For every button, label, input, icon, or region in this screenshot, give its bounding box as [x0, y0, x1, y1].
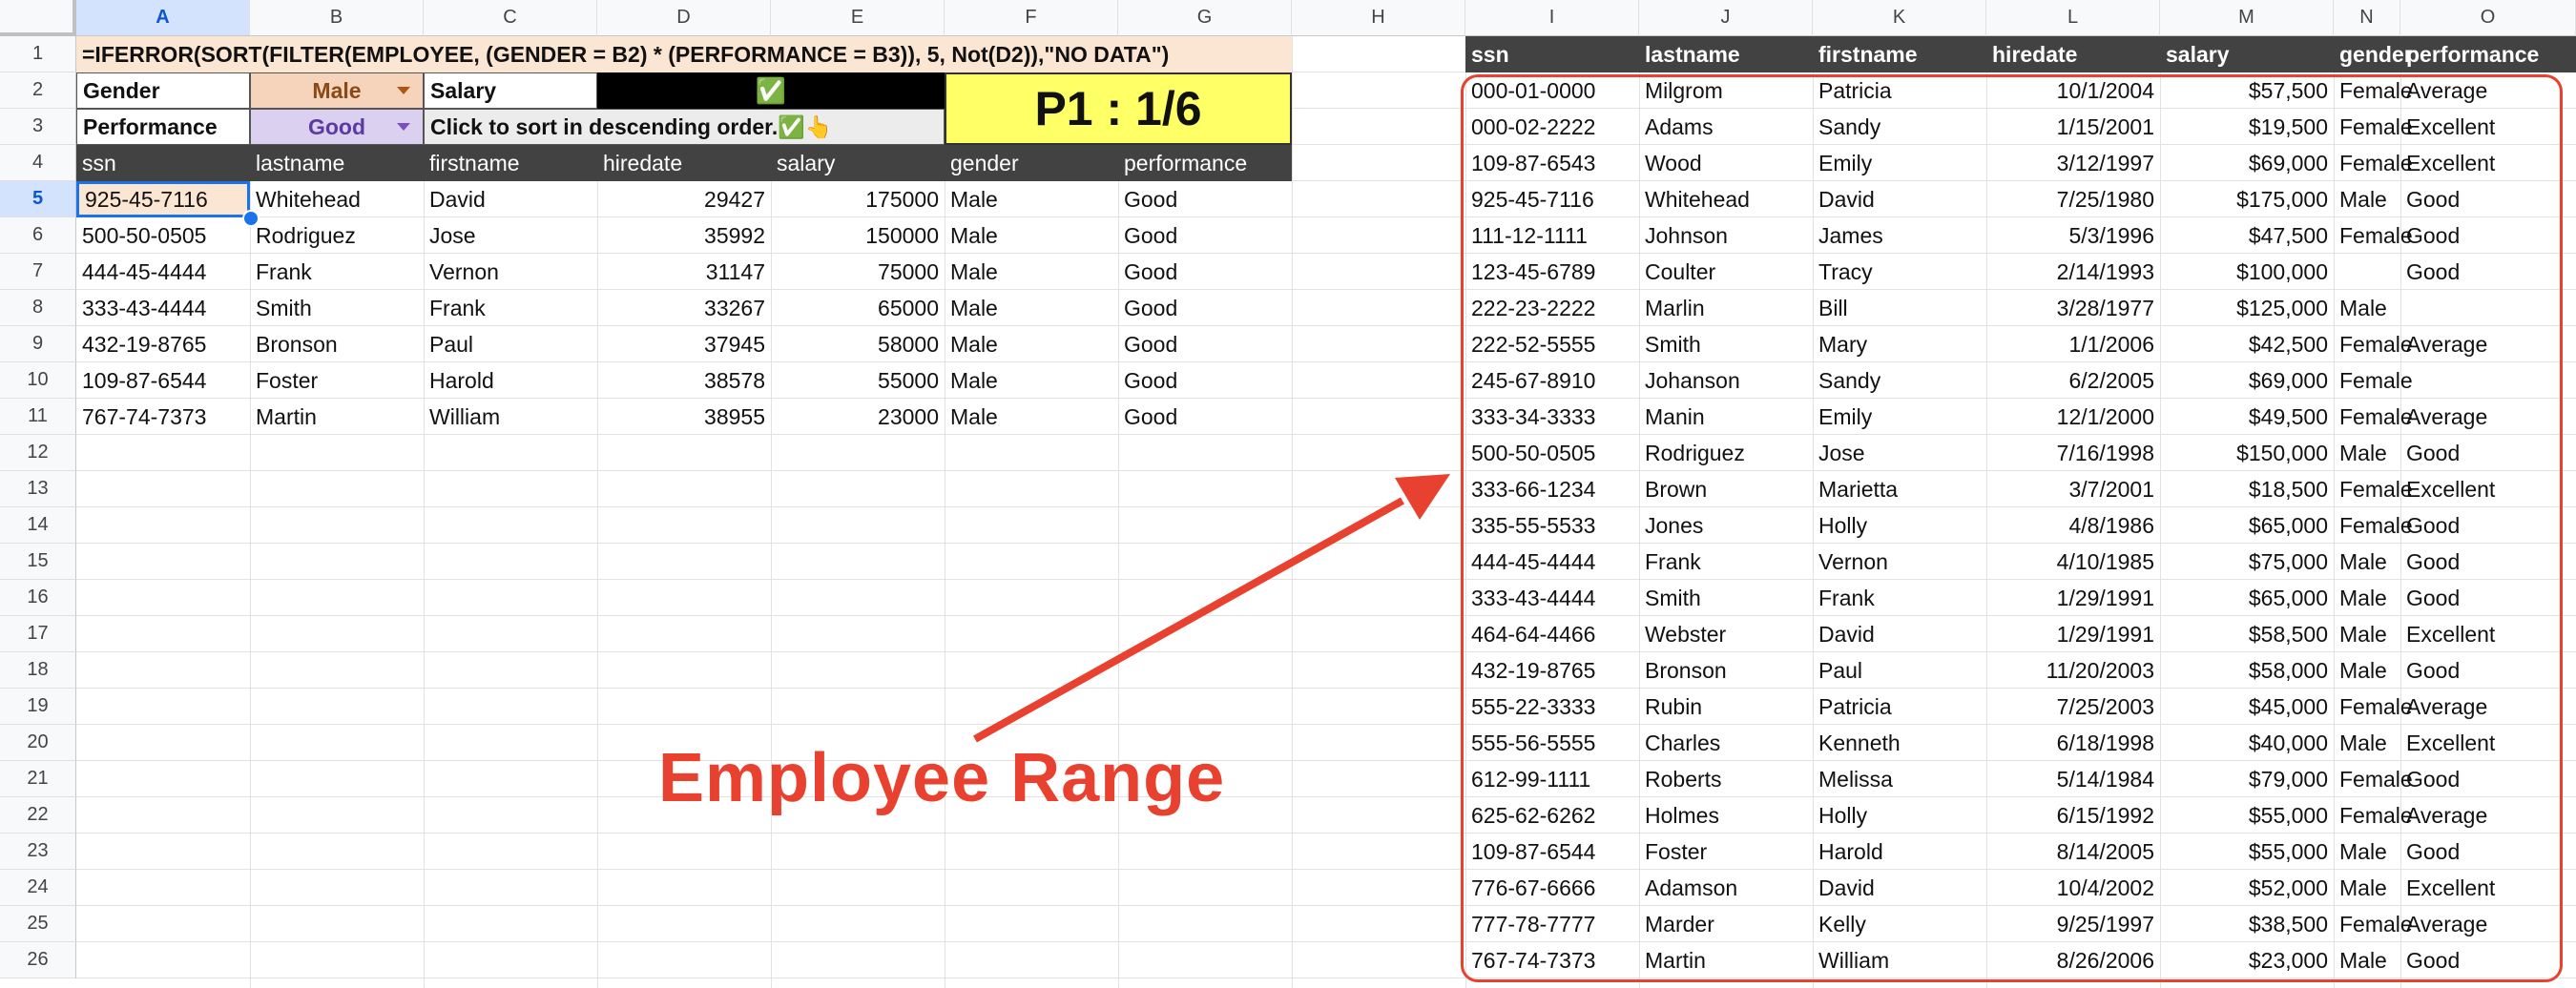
arrow-shaft: [973, 497, 1404, 743]
arrow-head: [1395, 474, 1450, 520]
callout-arrow: [973, 474, 1450, 743]
